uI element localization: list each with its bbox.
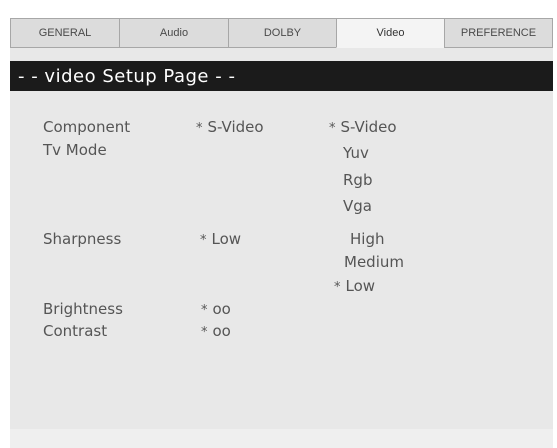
tab-dolby[interactable]: DOLBY bbox=[228, 18, 337, 48]
tab-video[interactable]: Video bbox=[336, 18, 445, 48]
brightness-current-value: oo bbox=[212, 300, 231, 318]
selected-marker: * bbox=[201, 325, 208, 340]
setup-screen: GENERAL Audio DOLBY Video PREFERENCE - -… bbox=[10, 18, 553, 448]
selected-marker: * bbox=[200, 233, 207, 248]
tv-mode-option[interactable]: Yuv bbox=[343, 146, 369, 161]
brightness-label: Brightness bbox=[43, 300, 123, 318]
tab-general[interactable]: GENERAL bbox=[10, 18, 120, 48]
sharpness-option[interactable]: Medium bbox=[344, 255, 404, 270]
tv-mode-option[interactable]: Vga bbox=[343, 199, 372, 214]
contrast-current-value: oo bbox=[212, 322, 231, 340]
contrast-label: Contrast bbox=[43, 322, 108, 340]
sharpness-current[interactable]: * Low bbox=[200, 230, 242, 248]
selected-marker: * bbox=[201, 303, 208, 318]
contrast-value[interactable]: * oo bbox=[201, 322, 231, 340]
selected-marker: * bbox=[196, 121, 203, 136]
sharpness-current-value: Low bbox=[211, 230, 242, 248]
option-label: Low bbox=[345, 277, 376, 295]
selected-marker: * bbox=[334, 280, 341, 295]
tv-mode-label: Tv Mode bbox=[43, 141, 107, 159]
sharpness-option[interactable]: High bbox=[350, 232, 384, 247]
footer-bar bbox=[10, 429, 553, 448]
brightness-value[interactable]: * oo bbox=[201, 300, 231, 318]
component-label: Component bbox=[43, 118, 131, 136]
settings-panel: Component Tv Mode * S-Video * S-Video Yuv … bbox=[10, 91, 553, 429]
tab-preference[interactable]: PREFERENCE bbox=[444, 18, 553, 48]
page-title: - - video Setup Page - - bbox=[10, 61, 553, 91]
sharpness-label: Sharpness bbox=[43, 230, 122, 248]
selected-marker: * bbox=[329, 121, 336, 136]
tab-audio[interactable]: Audio bbox=[119, 18, 229, 48]
tv-mode-option[interactable]: * S-Video bbox=[329, 118, 397, 136]
sharpness-option[interactable]: * Low bbox=[334, 277, 376, 295]
tv-mode-option[interactable]: Rgb bbox=[343, 173, 372, 188]
option-label: S-Video bbox=[340, 118, 397, 136]
tv-mode-current-value: S-Video bbox=[207, 118, 264, 136]
tab-bar: GENERAL Audio DOLBY Video PREFERENCE bbox=[10, 18, 553, 49]
tv-mode-current[interactable]: * S-Video bbox=[196, 118, 264, 136]
